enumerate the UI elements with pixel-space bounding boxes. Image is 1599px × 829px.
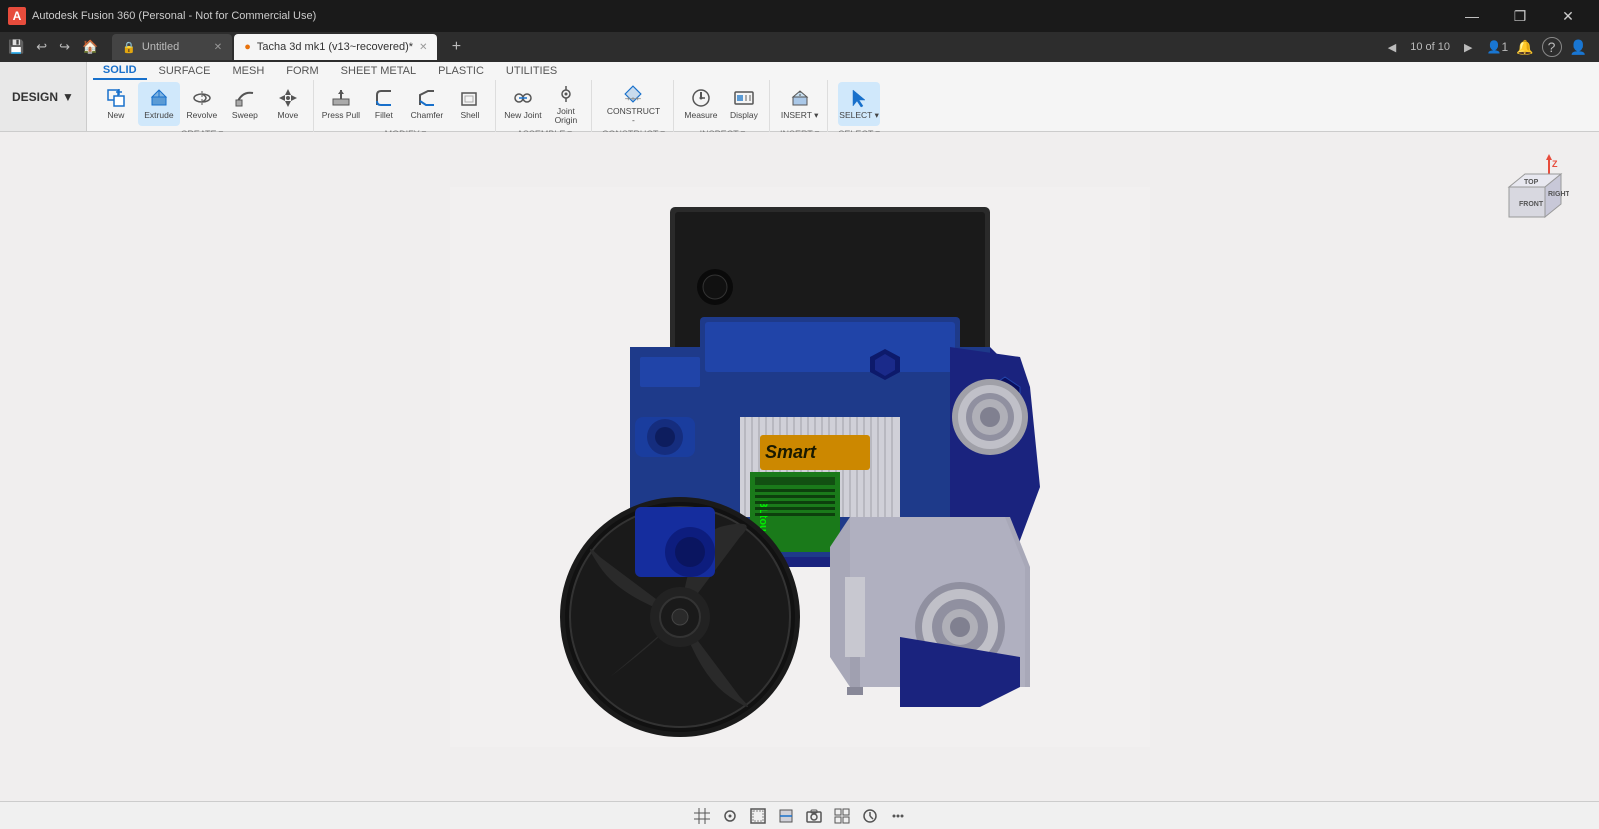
- snap-icon[interactable]: [719, 805, 741, 827]
- save-button[interactable]: 💾: [4, 37, 28, 57]
- user-count-icon[interactable]: 👤1: [1487, 40, 1509, 54]
- tab-utilities[interactable]: UTILITIES: [496, 63, 567, 79]
- sweep-button[interactable]: Sweep: [224, 82, 266, 126]
- maximize-button[interactable]: ❐: [1497, 0, 1543, 32]
- chamfer-button[interactable]: Chamfer: [406, 82, 448, 126]
- svg-text:FRONT: FRONT: [1519, 201, 1544, 208]
- notifications-icon[interactable]: 🔔: [1516, 39, 1533, 56]
- tab-tacha[interactable]: ● Tacha 3d mk1 (v13~recovered)* ✕: [234, 34, 437, 60]
- design-arrow: ▼: [62, 90, 74, 104]
- redo-button[interactable]: ↪: [55, 37, 74, 57]
- fillet-button[interactable]: Fillet: [363, 82, 405, 126]
- tab-mesh[interactable]: MESH: [223, 63, 275, 79]
- tab-close-button2[interactable]: ✕: [419, 42, 427, 53]
- extrude-button[interactable]: Extrude: [138, 82, 180, 126]
- tab-solid[interactable]: SOLID: [93, 62, 147, 80]
- tab-right-controls: ◀ 10 of 10 ▶ 👤1 🔔 ? 👤: [1382, 37, 1595, 57]
- help-icon[interactable]: ?: [1542, 37, 1562, 57]
- insert-mesh-button[interactable]: INSERT ▾: [779, 82, 821, 126]
- tab-close-button[interactable]: ✕: [214, 42, 222, 53]
- select-tool-button[interactable]: SELECT ▾: [838, 82, 880, 126]
- app-logo: A: [8, 7, 26, 25]
- move-tool-button[interactable]: Move: [267, 82, 309, 126]
- shell-button[interactable]: Shell: [449, 82, 491, 126]
- section-icon[interactable]: [775, 805, 797, 827]
- close-button[interactable]: ✕: [1545, 0, 1591, 32]
- new-component-button[interactable]: New: [95, 82, 137, 126]
- tab-untitled[interactable]: 🔒 Untitled ✕: [112, 34, 232, 60]
- title-bar-left: A Autodesk Fusion 360 (Personal - Not fo…: [8, 7, 316, 25]
- title-bar: A Autodesk Fusion 360 (Personal - Not fo…: [0, 0, 1599, 32]
- ribbon-tab-labels: SOLID SURFACE MESH FORM SHEET METAL PLAS…: [87, 62, 1599, 80]
- grid-icon[interactable]: [691, 805, 713, 827]
- nav-forward-button[interactable]: ▶: [1458, 39, 1478, 56]
- design-label: DESIGN: [12, 90, 58, 104]
- home-button[interactable]: 🏠: [78, 37, 102, 57]
- history-icon[interactable]: [859, 805, 881, 827]
- tab-plastic[interactable]: PLASTIC: [428, 63, 494, 79]
- new-joint-button[interactable]: New Joint: [502, 82, 544, 126]
- tab-label: Untitled: [142, 41, 179, 53]
- tab-bar: 💾 ↩ ↪ 🏠 🔒 Untitled ✕ ● Tacha 3d mk1 (v13…: [0, 32, 1599, 62]
- joint-origin-button[interactable]: Joint Origin: [545, 82, 587, 126]
- profile-icon[interactable]: 👤: [1570, 39, 1587, 56]
- display-mode-icon[interactable]: [747, 805, 769, 827]
- undo-button[interactable]: ↩: [32, 37, 51, 57]
- tab-surface[interactable]: SURFACE: [149, 63, 221, 79]
- minimize-button[interactable]: —: [1449, 0, 1495, 32]
- title-bar-controls: — ❐ ✕: [1449, 0, 1591, 32]
- offset-plane-button[interactable]: CONSTRUCT -: [612, 82, 654, 126]
- svg-text:Smart: Smart: [765, 442, 817, 462]
- tab-model-icon: ●: [244, 41, 251, 53]
- display-settings-button[interactable]: Display: [723, 82, 765, 126]
- tab-lock-icon: 🔒: [122, 41, 136, 54]
- svg-text:Z: Z: [1552, 159, 1558, 169]
- more-icon[interactable]: [887, 805, 909, 827]
- tab-form[interactable]: FORM: [276, 63, 328, 79]
- app-title: Autodesk Fusion 360 (Personal - Not for …: [32, 10, 316, 22]
- svg-text:RIGHT: RIGHT: [1548, 191, 1569, 198]
- status-bar: [0, 801, 1599, 829]
- tab-label: Tacha 3d mk1 (v13~recovered)*: [257, 41, 413, 53]
- svg-text:TOP: TOP: [1524, 179, 1539, 186]
- revolve-button[interactable]: Revolve: [181, 82, 223, 126]
- press-pull-button[interactable]: Press Pull: [320, 82, 362, 126]
- ribbon: DESIGN ▼ SOLID SURFACE MESH FORM SHEET M…: [0, 62, 1599, 132]
- nav-count: 10 of 10: [1410, 41, 1450, 53]
- tab-sheet-metal[interactable]: SHEET METAL: [331, 63, 426, 79]
- grid2-icon[interactable]: [831, 805, 853, 827]
- ribbon-tabs: SOLID SURFACE MESH FORM SHEET METAL PLAS…: [87, 62, 1599, 131]
- add-tab-button[interactable]: +: [443, 34, 469, 60]
- model-display: Smart BLtouch: [450, 187, 1150, 747]
- main-area: Smart BLtouch: [0, 132, 1599, 829]
- model-viewport[interactable]: Smart BLtouch: [0, 132, 1599, 801]
- measure-button[interactable]: Measure: [680, 82, 722, 126]
- design-dropdown[interactable]: DESIGN ▼: [0, 62, 87, 131]
- nav-back-button[interactable]: ◀: [1382, 39, 1402, 56]
- camera-icon[interactable]: [803, 805, 825, 827]
- view-cube[interactable]: Z FRONT TOP RIGHT: [1489, 152, 1569, 232]
